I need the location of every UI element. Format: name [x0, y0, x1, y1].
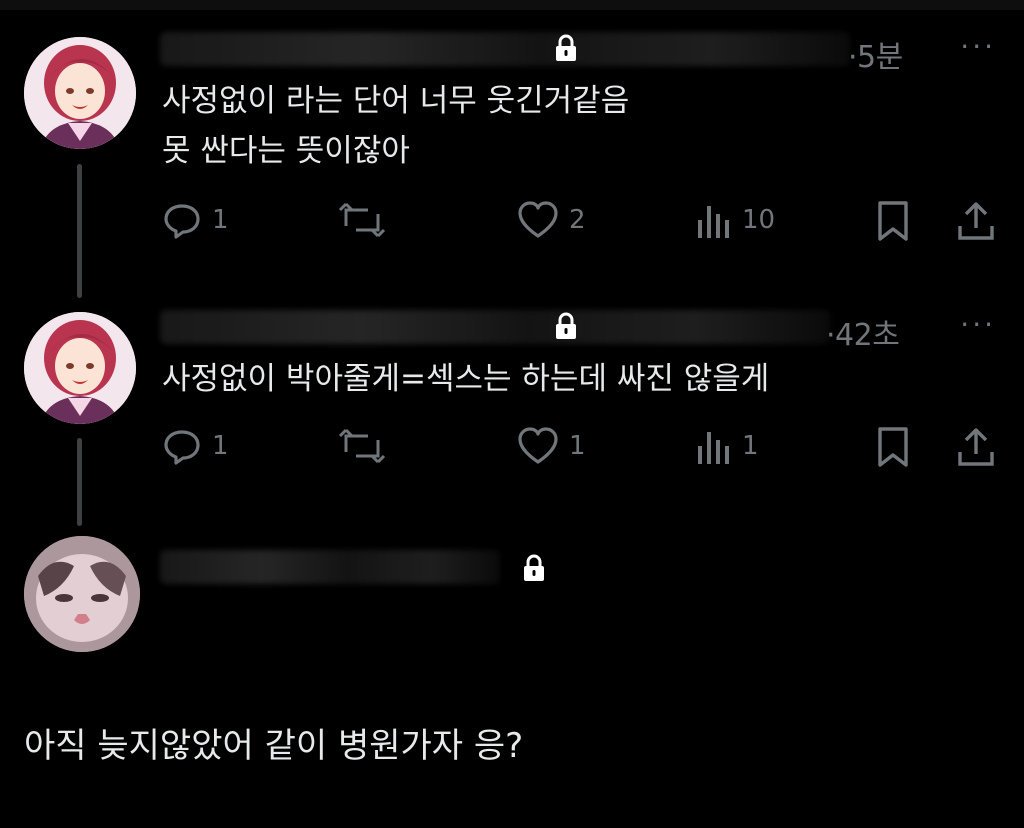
reply-count: 1: [212, 431, 229, 461]
views-button[interactable]: 10: [696, 200, 775, 240]
views-icon: [698, 206, 729, 238]
reply-tweet[interactable]: [0, 530, 1024, 828]
author-name-redacted: [160, 32, 850, 66]
action-bar: 1 1 1: [0, 426, 1024, 468]
reply-icon: [164, 430, 200, 465]
bookmark-icon: [878, 427, 908, 467]
action-bar: 1 2 10: [0, 200, 1024, 242]
bookmark-icon: [878, 201, 908, 241]
avatar[interactable]: [24, 312, 136, 424]
reply-icon: [164, 204, 200, 239]
like-count: 2: [569, 205, 586, 235]
timestamp[interactable]: ·42초: [826, 310, 900, 354]
reply-text: 아직 늦지않았어 같이 병원가자 응?: [24, 726, 524, 766]
tweet-text-line: 사정없이 박아줄게=섹스는 하는데 싸진 않을게: [162, 361, 770, 397]
share-button[interactable]: [956, 426, 996, 468]
more-icon[interactable]: ···: [960, 30, 996, 63]
reply-count: 1: [212, 205, 229, 235]
lock-icon: [556, 34, 576, 61]
tweet[interactable]: ·42초 ··· 사정없이 박아줄게=섹스는 하는데 싸진 않을게 1 1 1: [0, 298, 1024, 528]
avatar[interactable]: [24, 536, 140, 652]
views-count: 1: [742, 431, 759, 461]
more-icon[interactable]: ···: [960, 308, 996, 341]
timestamp[interactable]: ·5분: [848, 32, 903, 76]
like-button[interactable]: 1: [517, 426, 586, 466]
retweet-icon: [338, 428, 386, 464]
tweet-text: 사정없이 박아줄게=섹스는 하는데 싸진 않을게: [162, 354, 769, 404]
like-button[interactable]: 2: [517, 200, 586, 240]
reply-button[interactable]: 1: [162, 200, 229, 240]
views-icon: [698, 432, 729, 464]
tweet-text-line: 못 싼다는 뜻이잖아: [162, 133, 410, 169]
share-button[interactable]: [956, 200, 996, 242]
tweet-text: 사정없이 라는 단어 너무 웃긴거같음 못 싼다는 뜻이잖아: [162, 76, 629, 176]
like-icon: [518, 427, 558, 464]
retweet-button[interactable]: [338, 200, 396, 240]
like-count: 1: [569, 431, 586, 461]
share-icon: [958, 202, 994, 240]
lock-icon: [524, 554, 544, 581]
tweet-text-line: 사정없이 라는 단어 너무 웃긴거같음: [162, 83, 630, 119]
lock-icon: [556, 312, 576, 339]
reply-button[interactable]: 1: [162, 426, 229, 466]
views-count: 10: [742, 205, 776, 235]
author-name-redacted: [160, 550, 500, 584]
share-icon: [958, 428, 994, 466]
retweet-button[interactable]: [338, 426, 396, 466]
bookmark-button[interactable]: [876, 426, 910, 468]
tweet[interactable]: ·5분 ··· 사정없이 라는 단어 너무 웃긴거같음 못 싼다는 뜻이잖아 1…: [0, 0, 1024, 298]
retweet-icon: [338, 202, 386, 238]
like-icon: [518, 201, 558, 238]
views-button[interactable]: 1: [696, 426, 759, 466]
avatar[interactable]: [24, 37, 136, 149]
bookmark-button[interactable]: [876, 200, 910, 242]
author-name-redacted: [160, 310, 830, 344]
